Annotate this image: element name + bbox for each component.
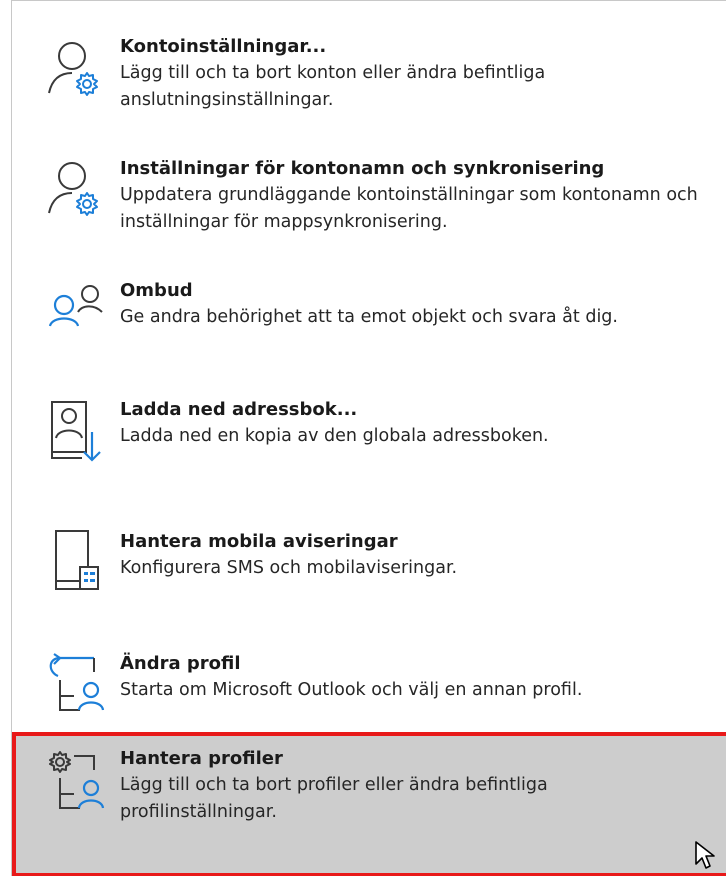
menu-item-download-address-book[interactable]: Ladda ned adressbok... Ladda ned en kopi… bbox=[12, 396, 726, 496]
menu-item-account-settings[interactable]: Kontoinställningar... Lägg till och ta b… bbox=[12, 31, 726, 136]
download-address-book-icon bbox=[46, 400, 102, 462]
menu-item-title: Hantera mobila aviseringar bbox=[120, 531, 398, 552]
menu-item-description: Lägg till och ta bort konton eller ändra… bbox=[120, 63, 546, 110]
menu-item-change-profile[interactable]: Ändra profil Starta om Microsoft Outlook… bbox=[12, 646, 726, 731]
menu-item-mobile-alerts[interactable]: Hantera mobila aviseringar Konfigurera S… bbox=[12, 521, 726, 621]
menu-item-description: Lägg till och ta bort profiler eller änd… bbox=[120, 775, 548, 822]
menu-item-description: Uppdatera grundläggande kontoinställning… bbox=[120, 185, 698, 232]
menu-item-title: Ombud bbox=[120, 280, 193, 301]
menu-item-description: Starta om Microsoft Outlook och välj en … bbox=[120, 680, 583, 700]
menu-item-description: Ladda ned en kopia av den globala adress… bbox=[120, 426, 549, 446]
account-settings-menu: Kontoinställningar... Lägg till och ta b… bbox=[11, 0, 726, 876]
mobile-alerts-icon bbox=[46, 529, 102, 590]
account-settings-icon bbox=[46, 37, 102, 97]
menu-item-description: Ge andra behörighet att ta emot objekt o… bbox=[120, 307, 618, 327]
mouse-cursor-icon bbox=[694, 840, 716, 870]
account-sync-settings-icon bbox=[46, 157, 102, 217]
manage-profiles-icon bbox=[46, 750, 105, 810]
menu-item-delegates[interactable]: Ombud Ge andra behörighet att ta emot ob… bbox=[12, 276, 726, 381]
menu-item-manage-profiles[interactable]: Hantera profiler Lägg till och ta bort p… bbox=[12, 732, 726, 876]
menu-item-title: Hantera profiler bbox=[120, 748, 283, 769]
menu-item-description: Konfigurera SMS och mobilaviseringar. bbox=[120, 558, 458, 578]
menu-item-title: Inställningar för kontonamn och synkroni… bbox=[120, 158, 605, 179]
menu-item-title: Ändra profil bbox=[120, 653, 241, 674]
change-profile-icon bbox=[46, 652, 105, 712]
menu-item-title: Kontoinställningar... bbox=[120, 36, 327, 57]
menu-item-title: Ladda ned adressbok... bbox=[120, 399, 358, 420]
delegates-icon bbox=[46, 278, 103, 338]
menu-item-account-name-sync[interactable]: Inställningar för kontonamn och synkroni… bbox=[12, 151, 726, 261]
